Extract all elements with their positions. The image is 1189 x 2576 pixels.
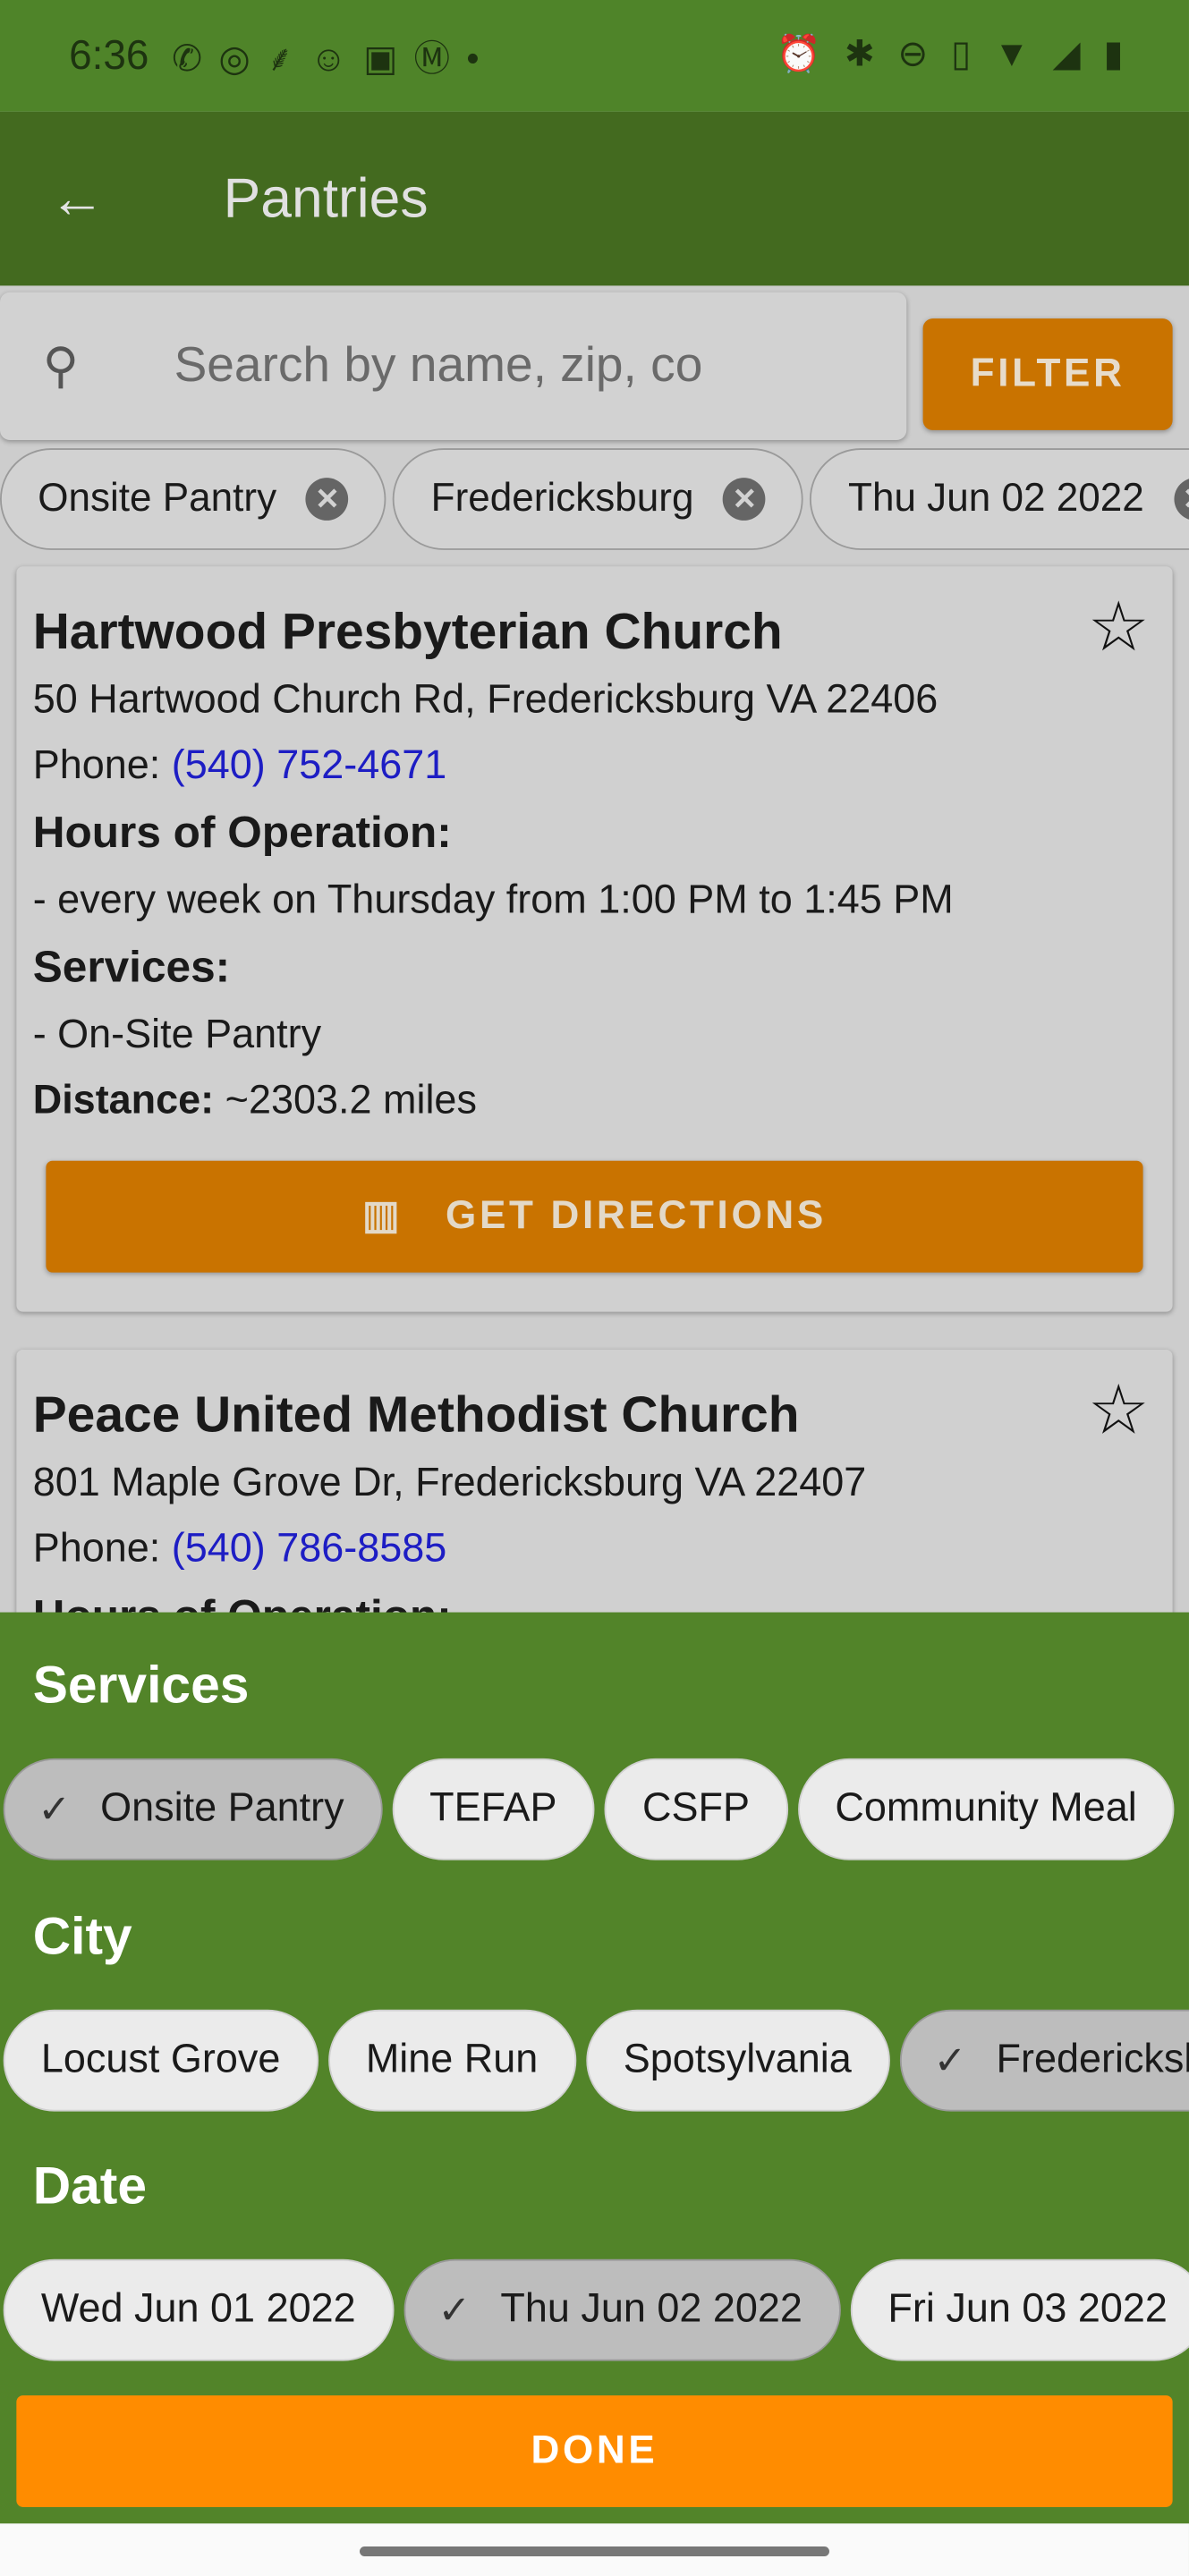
star-outline-icon[interactable]: ☆ (1088, 592, 1150, 662)
services-label: Services: (32, 942, 231, 992)
chip-label: Thu Jun 02 2022 (848, 476, 1144, 521)
chip-label: Wed Jun 01 2022 (40, 2286, 356, 2332)
chip-label: TEFAP (429, 1786, 557, 1831)
pantry-address: 50 Hartwood Church Rd, Fredericksburg VA… (32, 678, 938, 723)
pantry-card: Hartwood Presbyterian Church ☆ 50 Hartwo… (16, 566, 1173, 1312)
date-heading: Date (32, 2156, 148, 2216)
page-title: Pantries (223, 166, 429, 230)
chip-label: Fredericksburg (430, 476, 694, 521)
signal-icon: ◢ (1052, 32, 1081, 74)
do-not-disturb-icon: ⊖ (897, 32, 929, 74)
hours-value: - every week on Thursday from 1:00 PM to… (32, 878, 954, 923)
services-value: - On-Site Pantry (32, 1013, 322, 1058)
service-chip[interactable]: Community Meal (797, 1758, 1176, 1860)
system-icons: ⏰ ✱ ⊖ ▯ ▼ ◢ ▮ (777, 33, 1124, 76)
services-heading: Services (32, 1655, 250, 1715)
active-filter-chip[interactable]: Onsite Pantry ✕ (0, 448, 387, 550)
chip-label: Locust Grove (40, 2037, 281, 2082)
phone-link[interactable]: (540) 752-4671 (172, 744, 447, 789)
vibrate-icon: ▯ (950, 32, 972, 74)
active-filter-chip[interactable]: Thu Jun 02 2022 ✕ (810, 448, 1189, 550)
phone-link[interactable]: (540) 786-8585 (172, 1527, 447, 1572)
pantry-name: Hartwood Presbyterian Church (32, 602, 783, 660)
service-chip[interactable]: CSFP (604, 1758, 788, 1860)
search-icon: ⚲ (42, 339, 80, 394)
close-icon[interactable]: ✕ (723, 478, 767, 521)
arrow-back-icon[interactable]: ← (49, 166, 115, 231)
city-chips: Locust Grove Mine Run Spotsylvania ✓ Fred… (3, 2009, 1189, 2112)
map-icon: ▥ (362, 1193, 403, 1239)
check-icon: ✓ (437, 2287, 471, 2333)
close-icon[interactable]: ✕ (306, 478, 349, 521)
phone-label: Phone: (32, 743, 161, 789)
service-chip[interactable]: TEFAP (391, 1758, 595, 1860)
app-bar: ← Pantries (0, 111, 1189, 286)
distance-label: Distance: (32, 1078, 215, 1123)
date-chip[interactable]: Wed Jun 01 2022 (3, 2258, 394, 2361)
services-chips: ✓ Onsite Pantry TEFAP CSFP Community Meal (3, 1758, 1176, 1860)
battery-charging-icon: ▮ (1103, 32, 1124, 74)
date-chip[interactable]: ✓ Thu Jun 02 2022 (403, 2258, 841, 2361)
pantry-name: Peace United Methodist Church (32, 1385, 800, 1444)
alarm-icon: ⏰ (776, 32, 822, 74)
city-chip[interactable]: Locust Grove (3, 2009, 318, 2112)
city-heading: City (32, 1906, 132, 1966)
chip-label: Mine Run (365, 2037, 539, 2082)
search-input[interactable] (174, 338, 799, 394)
date-chips: Wed Jun 01 2022 ✓ Thu Jun 02 2022 Fri Jun… (3, 2258, 1189, 2361)
close-icon[interactable]: ✕ (1173, 478, 1189, 521)
get-directions-button[interactable]: ▥ GET DIRECTIONS (46, 1160, 1143, 1273)
chip-label: CSFP (642, 1786, 750, 1831)
done-button[interactable]: DONE (16, 2395, 1173, 2507)
city-chip[interactable]: Spotsylvania (585, 2009, 889, 2112)
notification-icons: ✆◎⸙☺▣Ⓜ• (172, 38, 496, 80)
chip-label: Community Meal (835, 1786, 1137, 1831)
chip-label: Thu Jun 02 2022 (500, 2286, 803, 2332)
check-icon: ✓ (38, 1787, 72, 1832)
home-gesture-handle[interactable] (359, 2546, 829, 2557)
chip-label: Fredericksburg (996, 2037, 1188, 2082)
status-bar: 6:36 ✆◎⸙☺▣Ⓜ• ⏰ ✱ ⊖ ▯ ▼ ◢ ▮ (0, 0, 1189, 112)
hours-label: Hours of Operation: (32, 808, 452, 858)
filter-button[interactable]: FILTER (922, 318, 1173, 430)
navigation-bar (0, 2523, 1189, 2576)
bluetooth-battery-icon: ✱ (844, 32, 875, 74)
check-icon: ✓ (933, 2038, 967, 2083)
search-bar: ⚲ (0, 292, 907, 440)
status-time: 6:36 (69, 31, 149, 79)
chip-label: Fri Jun 03 2022 (888, 2286, 1168, 2332)
screen: 6:36 ✆◎⸙☺▣Ⓜ• ⏰ ✱ ⊖ ▯ ▼ ◢ ▮ ← Pantries ⚲ … (0, 0, 1189, 2576)
chip-label: Spotsylvania (623, 2037, 852, 2082)
service-chip[interactable]: ✓ Onsite Pantry (3, 1758, 382, 1860)
button-label: GET DIRECTIONS (446, 1193, 827, 1239)
phone-label: Phone: (32, 1527, 161, 1572)
city-chip[interactable]: ✓ Fredericksburg (898, 2009, 1189, 2112)
city-chip[interactable]: Mine Run (327, 2009, 576, 2112)
chip-label: Onsite Pantry (100, 1786, 344, 1831)
active-filter-chip[interactable]: Fredericksburg ✕ (393, 448, 804, 550)
pantry-address: 801 Maple Grove Dr, Fredericksburg VA 22… (32, 1461, 867, 1506)
distance-value: ~2303.2 miles (225, 1078, 477, 1123)
chip-label: Onsite Pantry (38, 476, 277, 521)
star-outline-icon[interactable]: ☆ (1088, 1375, 1150, 1445)
date-chip[interactable]: Fri Jun 03 2022 (850, 2258, 1189, 2361)
active-filter-chips: Onsite Pantry ✕ Fredericksburg ✕ Thu Jun 0… (0, 448, 1189, 550)
wifi-icon: ▼ (993, 32, 1030, 74)
